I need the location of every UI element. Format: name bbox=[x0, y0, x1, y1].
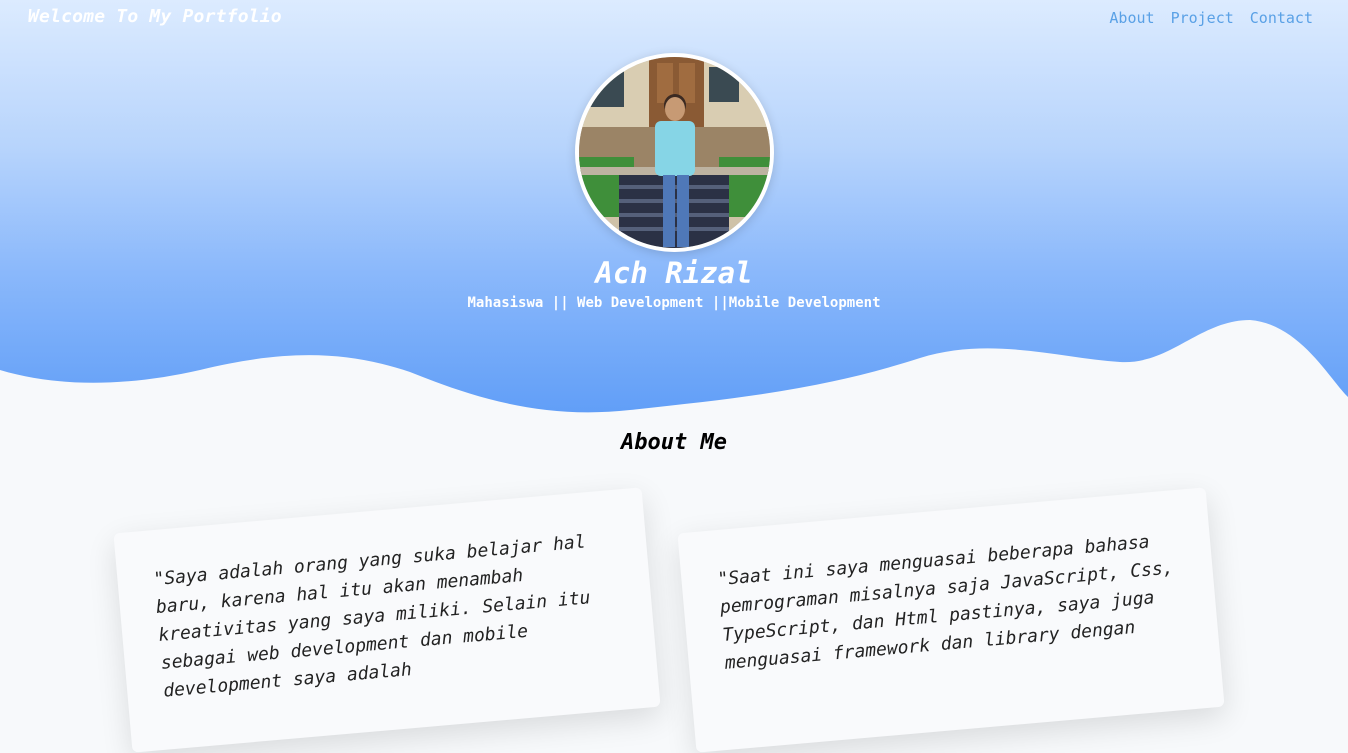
profile-name: Ach Rizal bbox=[595, 256, 753, 290]
top-nav: About Project Contact bbox=[1109, 9, 1313, 27]
about-card-text: "Saat ini saya menguasai beberapa bahasa… bbox=[716, 531, 1175, 674]
brand-title: Welcome To My Portfolio bbox=[28, 6, 282, 27]
profile-subtitle: Mahasiswa || Web Development ||Mobile De… bbox=[467, 295, 881, 311]
profile-photo bbox=[575, 53, 774, 252]
about-card: "Saya adalah orang yang suka belajar hal… bbox=[113, 487, 661, 753]
about-heading: About Me bbox=[621, 430, 727, 455]
hero-section: Welcome To My Portfolio About Project Co… bbox=[0, 0, 1348, 420]
nav-link-project[interactable]: Project bbox=[1171, 9, 1234, 27]
about-card: "Saat ini saya menguasai beberapa bahasa… bbox=[677, 487, 1225, 753]
nav-link-contact[interactable]: Contact bbox=[1250, 9, 1313, 27]
wave-divider bbox=[0, 320, 1348, 420]
nav-link-about[interactable]: About bbox=[1109, 9, 1154, 27]
about-card-text: "Saya adalah orang yang suka belajar hal… bbox=[152, 531, 592, 702]
